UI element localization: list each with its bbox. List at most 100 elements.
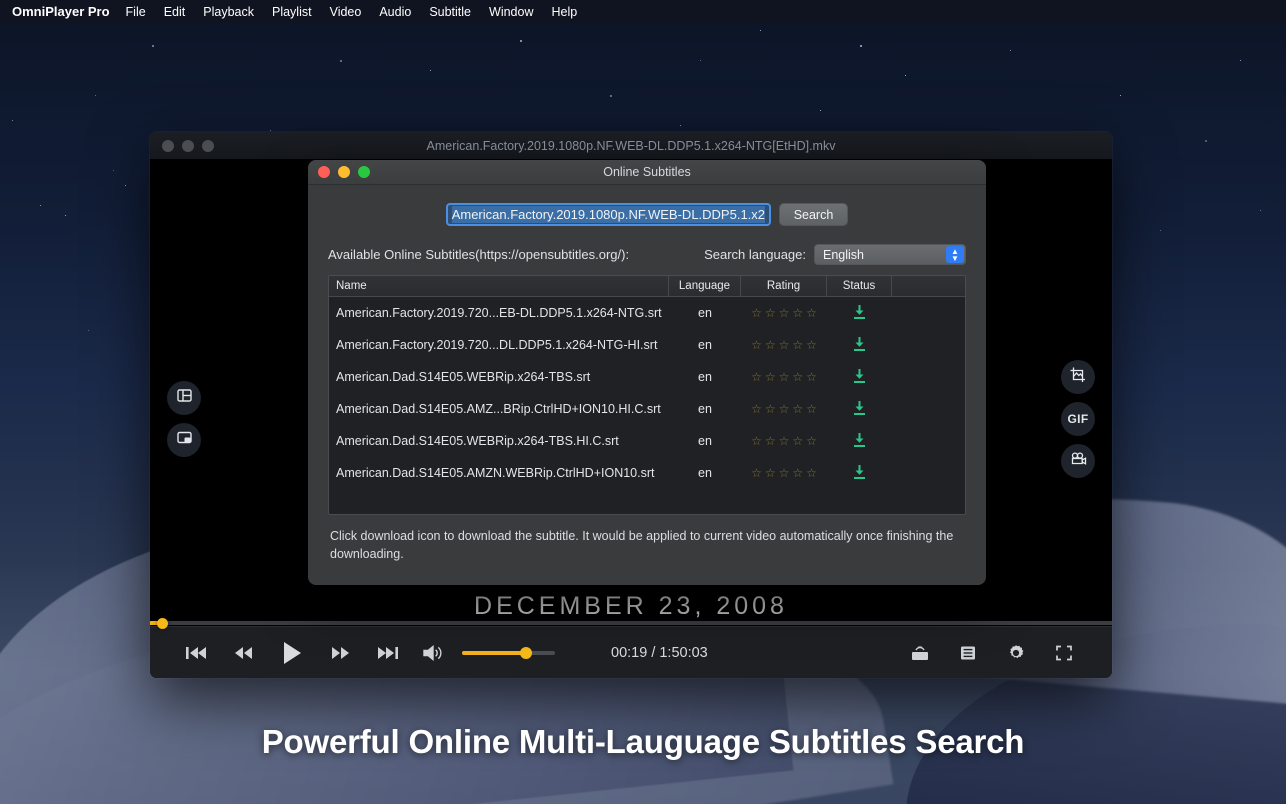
subtitle-rating[interactable]: ☆ ☆ ☆ ☆ ☆ [741,467,827,479]
download-hint-text: Click download icon to download the subt… [328,527,966,563]
subtitle-file-name: American.Dad.S14E05.AMZN.WEBRip.CtrlHD+I… [329,466,669,480]
search-input[interactable]: American.Factory.2019.1080p.NF.WEB-DL.DD… [446,203,771,226]
star-dot [760,30,761,31]
subtitle-language: en [669,306,741,320]
player-minimize-button[interactable] [182,140,194,152]
online-subtitles-dialog: Online Subtitles American.Factory.2019.1… [308,160,986,585]
table-row[interactable]: American.Factory.2019.720...DL.DDP5.1.x2… [329,329,965,361]
download-icon[interactable] [852,400,867,419]
previous-track-button[interactable] [172,633,220,673]
search-button[interactable]: Search [779,203,849,226]
volume-fill [462,651,525,655]
dialog-close-button[interactable] [318,166,330,178]
column-header-rating[interactable]: Rating [741,276,827,296]
menu-item-playback[interactable]: Playback [203,5,254,19]
table-row[interactable]: American.Factory.2019.720...EB-DL.DDP5.1… [329,297,965,329]
download-icon[interactable] [852,368,867,387]
subtitle-language: en [669,338,741,352]
star-icon: ☆ [779,371,790,383]
player-window-controls [150,140,214,152]
fast-forward-button[interactable] [316,633,364,673]
menu-item-file[interactable]: File [126,5,146,19]
picture-in-picture-icon [176,429,193,451]
search-row: American.Factory.2019.1080p.NF.WEB-DL.DD… [328,203,966,226]
settings-button[interactable] [992,633,1040,673]
column-header-spacer [892,276,965,296]
star-icon: ☆ [806,339,817,351]
table-row[interactable]: American.Dad.S14E05.WEBRip.x264-TBS.srt e… [329,361,965,393]
airplay-button[interactable] [896,633,944,673]
play-button[interactable] [268,633,316,673]
star-icon: ☆ [751,371,762,383]
subtitle-language: en [669,402,741,416]
volume-button[interactable] [416,633,450,673]
picture-in-picture-button[interactable] [167,423,201,457]
menu-item-subtitle[interactable]: Subtitle [429,5,471,19]
star-icon: ☆ [765,339,776,351]
star-dot [95,95,96,96]
star-icon: ☆ [765,403,776,415]
dialog-maximize-button[interactable] [358,166,370,178]
volume-slider[interactable] [462,651,555,655]
download-icon[interactable] [852,432,867,451]
star-icon: ☆ [792,339,803,351]
menu-item-help[interactable]: Help [551,5,577,19]
table-body: American.Factory.2019.720...EB-DL.DDP5.1… [329,297,965,489]
search-language-select[interactable]: English ▲ ▼ [814,244,966,265]
video-subtitle-text: DECEMBER 23, 2008 [150,592,1112,621]
table-row[interactable]: American.Dad.S14E05.AMZ...BRip.CtrlHD+IO… [329,393,965,425]
menu-item-window[interactable]: Window [489,5,533,19]
subtitle-file-name: American.Dad.S14E05.WEBRip.x264-TBS.HI.C… [329,434,669,448]
playlist-button[interactable] [944,633,992,673]
info-row: Available Online Subtitles(https://opens… [328,244,966,265]
star-icon: ☆ [765,371,776,383]
next-track-button[interactable] [364,633,412,673]
subtitle-rating[interactable]: ☆ ☆ ☆ ☆ ☆ [741,403,827,415]
star-icon: ☆ [751,467,762,479]
fullscreen-button[interactable] [1040,633,1088,673]
subtitle-rating[interactable]: ☆ ☆ ☆ ☆ ☆ [741,435,827,447]
table-row[interactable]: American.Dad.S14E05.AMZN.WEBRip.CtrlHD+I… [329,457,965,489]
volume-control [416,633,555,673]
download-icon[interactable] [852,464,867,483]
sidebar-toggle-icon [176,387,193,409]
transport-controls: 00:19 / 1:50:03 [150,633,708,673]
volume-handle[interactable] [520,647,532,659]
column-header-language[interactable]: Language [669,276,741,296]
gif-capture-button[interactable]: GIF [1061,402,1095,436]
record-video-button[interactable] [1061,444,1095,478]
table-row[interactable]: American.Dad.S14E05.WEBRip.x264-TBS.HI.C… [329,425,965,457]
star-dot [340,60,342,62]
subtitle-rating[interactable]: ☆ ☆ ☆ ☆ ☆ [741,339,827,351]
subtitle-rating[interactable]: ☆ ☆ ☆ ☆ ☆ [741,307,827,319]
progress-bar[interactable] [150,621,1112,625]
download-icon[interactable] [852,336,867,355]
download-icon[interactable] [852,304,867,323]
player-window-title: American.Factory.2019.1080p.NF.WEB-DL.DD… [150,139,1112,153]
available-subtitles-label: Available Online Subtitles(https://opens… [328,247,629,262]
star-icon: ☆ [792,403,803,415]
star-dot [905,75,906,76]
dialog-titlebar: Online Subtitles [308,160,986,185]
player-maximize-button[interactable] [202,140,214,152]
menu-item-playlist[interactable]: Playlist [272,5,312,19]
column-header-status[interactable]: Status [827,276,892,296]
star-dot [65,215,66,216]
menu-item-video[interactable]: Video [330,5,362,19]
sidebar-toggle-button[interactable] [167,381,201,415]
dialog-minimize-button[interactable] [338,166,350,178]
column-header-name[interactable]: Name [329,276,669,296]
subtitle-file-name: American.Dad.S14E05.WEBRip.x264-TBS.srt [329,370,669,384]
progress-handle[interactable] [157,618,168,629]
star-dot [820,110,821,111]
snapshot-icon [1069,366,1087,389]
player-close-button[interactable] [162,140,174,152]
menu-app-name[interactable]: OmniPlayer Pro [12,4,110,19]
menu-item-edit[interactable]: Edit [164,5,186,19]
menu-item-audio[interactable]: Audio [379,5,411,19]
snapshot-button[interactable] [1061,360,1095,394]
chevron-updown-icon: ▲ ▼ [946,246,964,263]
subtitle-rating[interactable]: ☆ ☆ ☆ ☆ ☆ [741,371,827,383]
star-icon: ☆ [806,467,817,479]
rewind-button[interactable] [220,633,268,673]
